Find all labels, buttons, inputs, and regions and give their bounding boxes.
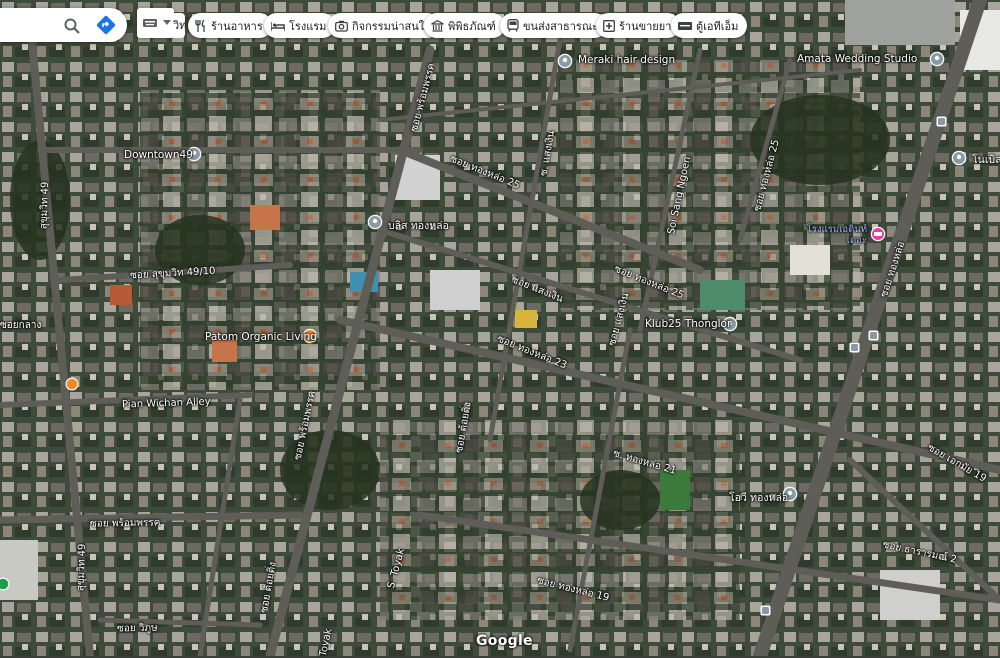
chip-label: ร้านอาหาร	[211, 19, 263, 33]
category-chip-transit[interactable]: ขนส่งสาธารณะ	[500, 13, 607, 38]
place-label[interactable]: Downtown49	[124, 149, 193, 161]
chip-label: ขนส่งสาธารณะ	[523, 19, 598, 33]
place-label[interactable]: Klub25 Thonglor	[645, 318, 731, 330]
caret-down-icon	[163, 20, 171, 25]
place-label[interactable]: Patom Organic Living	[205, 331, 317, 343]
place-pin[interactable]	[929, 51, 945, 67]
search-box[interactable]	[0, 8, 127, 42]
category-chip-cut[interactable]: วิท	[173, 13, 185, 38]
road-label: สุขุมวิท 49	[75, 543, 89, 592]
transit-stop-pin[interactable]	[868, 326, 879, 341]
hotel-pin[interactable]	[870, 226, 886, 242]
atm-icon	[678, 21, 692, 30]
place-pin-icon	[367, 214, 383, 230]
place-pin[interactable]	[557, 53, 573, 69]
place-pin[interactable]	[951, 150, 967, 166]
place-label[interactable]: โอวี ทองหล่อ	[729, 489, 788, 506]
pharmacy-icon	[603, 19, 615, 32]
place-label[interactable]: โนเบิล	[972, 151, 1000, 168]
bus-stop-icon	[760, 605, 771, 616]
category-chip-museums[interactable]: พิพิธภัณฑ์	[424, 13, 505, 38]
place-label[interactable]: Meraki hair design	[578, 54, 675, 66]
road-label: สุขุมวิท 49	[38, 181, 52, 230]
google-logo: Google	[476, 633, 533, 649]
bus-stop-icon	[868, 330, 879, 341]
hotel-icon	[271, 21, 285, 31]
stop-fill	[938, 118, 945, 125]
category-chip-atm[interactable]: ตู้เอทีเอ็ม	[671, 13, 748, 38]
chip-label: ร้านขายยา	[619, 19, 672, 33]
road-label: ซอยกลาง	[0, 320, 42, 331]
museum-icon	[431, 19, 444, 32]
transit-icon	[507, 19, 519, 32]
hotel-pin-icon	[870, 226, 886, 242]
place-pin-icon	[557, 53, 573, 69]
place-pin-icon	[929, 51, 945, 67]
green-poi-pin[interactable]	[0, 576, 10, 591]
orange-poi-pin[interactable]	[65, 376, 79, 391]
search-icon[interactable]	[63, 17, 81, 35]
place-label[interactable]: โรงแรมเอดินท์เดอะ	[791, 224, 867, 246]
place-label[interactable]: Amata Wedding Studio	[797, 53, 917, 65]
stop-fill	[870, 332, 877, 339]
chip-label: กิจกรรมน่าสนใจ	[352, 19, 431, 33]
transit-stop-pin[interactable]	[936, 112, 947, 127]
bus-stop-icon	[849, 342, 860, 353]
place-label[interactable]: บลิส ทองหล่อ	[388, 217, 449, 234]
bus-stop-icon	[936, 116, 947, 127]
transit-stop-pin[interactable]	[849, 338, 860, 353]
category-chip-pharmacy[interactable]: ร้านขายยา	[596, 13, 681, 38]
restaurant-icon	[195, 19, 205, 32]
layer-toggle-button[interactable]	[137, 8, 174, 38]
chip-label: โรงแรม	[289, 19, 327, 33]
stop-fill	[762, 607, 769, 614]
stop-fill	[851, 344, 858, 351]
category-chip-attractions[interactable]: กิจกรรมน่าสนใจ	[328, 13, 440, 38]
camera-icon	[335, 20, 348, 32]
chip-label: พิพิธภัณฑ์	[448, 19, 496, 33]
chip-label: ตู้เอทีเอ็ม	[696, 19, 739, 33]
keyboard-icon	[143, 19, 157, 27]
park-pin-icon	[0, 577, 10, 591]
food-pin-icon	[65, 377, 79, 391]
category-chip-hotels[interactable]: โรงแรม	[264, 13, 336, 38]
directions-icon[interactable]	[96, 15, 116, 35]
road-label: ซอย พร้อมพรรค	[89, 517, 161, 530]
road-label: ซอย วิภูษ	[116, 622, 158, 635]
map-toolbar: วิท ร้านอาหาร โรงแรม กิจกรรมน่าสนใจ พิพิ…	[0, 0, 1000, 50]
transit-stop-pin[interactable]	[760, 601, 771, 616]
satellite-map[interactable]	[0, 0, 1000, 656]
place-pin[interactable]	[367, 214, 383, 230]
category-chip-restaurants[interactable]: ร้านอาหาร	[188, 13, 272, 38]
place-pin-icon	[951, 150, 967, 166]
pin-fill	[66, 378, 78, 390]
